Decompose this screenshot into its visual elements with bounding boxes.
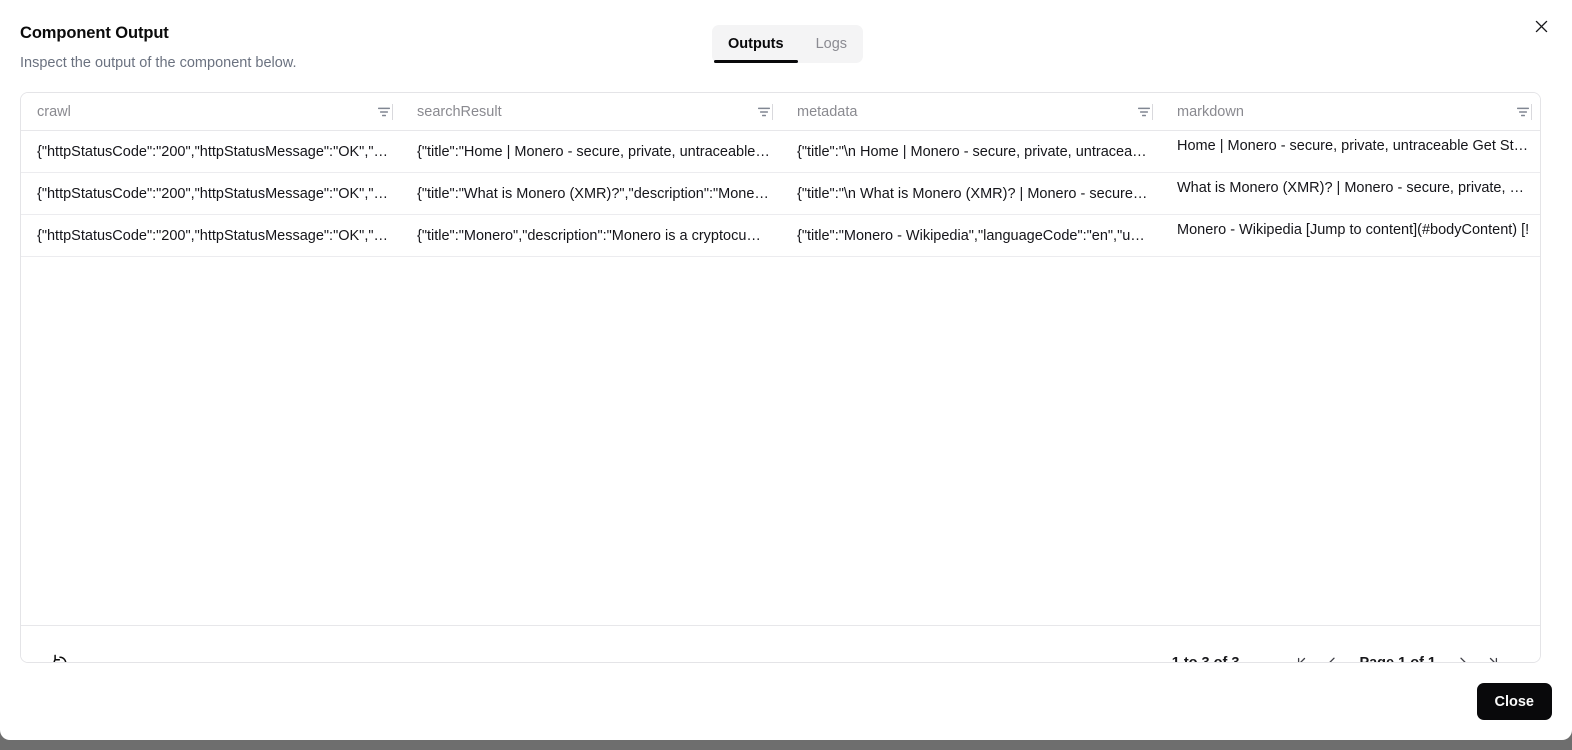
table-row[interactable]: {"httpStatusCode":"200","httpStatusMessa…	[21, 173, 1540, 215]
filter-icon[interactable]	[1515, 104, 1531, 120]
dialog-header: Component Output Inspect the output of t…	[0, 0, 1572, 92]
tab-outputs-label: Outputs	[728, 36, 784, 52]
output-table: crawl searchResult metadata markdown {"h…	[20, 92, 1541, 663]
column-header-crawl[interactable]: crawl	[21, 93, 401, 130]
cell-metadata-text: {"title":"\n Home | Monero - secure, pri…	[797, 143, 1147, 160]
tab-logs-label: Logs	[815, 36, 848, 52]
filter-icon[interactable]	[1136, 104, 1152, 120]
view-tabs: Outputs Logs	[712, 25, 864, 63]
filter-icon[interactable]	[756, 104, 772, 120]
prev-page-icon[interactable]	[1317, 648, 1347, 662]
cell-metadata[interactable]: {"title":"\n Home | Monero - secure, pri…	[781, 131, 1161, 172]
cell-markdown-text: Monero - Wikipedia [Jump to content](#bo…	[1177, 222, 1530, 238]
column-header-searchresult-label: searchResult	[417, 103, 502, 120]
cell-markdown-text: What is Monero (XMR)? | Monero - secure,…	[1177, 180, 1530, 196]
cell-metadata-text: {"title":"Monero - Wikipedia","languageC…	[797, 227, 1145, 244]
last-page-icon[interactable]	[1478, 648, 1508, 662]
column-divider[interactable]	[1152, 103, 1153, 120]
cell-crawl-text: {"httpStatusCode":"200","httpStatusMessa…	[37, 185, 389, 202]
cell-metadata[interactable]: {"title":"\n What is Monero (XMR)? | Mon…	[781, 173, 1161, 214]
table-body: {"httpStatusCode":"200","httpStatusMessa…	[21, 131, 1540, 625]
column-header-crawl-label: crawl	[37, 103, 71, 120]
page-subtitle: Inspect the output of the component belo…	[20, 55, 297, 71]
close-button[interactable]: Close	[1476, 683, 1552, 720]
column-header-searchresult[interactable]: searchResult	[401, 93, 781, 130]
page-title: Component Output	[20, 24, 169, 42]
row-count-label: 1 to 3 of 3	[1171, 655, 1240, 663]
cell-searchresult[interactable]: {"title":"Home | Monero - secure, privat…	[401, 131, 781, 172]
first-page-icon[interactable]	[1287, 648, 1317, 662]
cell-markdown[interactable]: Monero - Wikipedia [Jump to content](#bo…	[1161, 215, 1540, 256]
table-footer: 1 to 3 of 3 Page 1 of 1	[21, 625, 1540, 663]
cell-crawl-text: {"httpStatusCode":"200","httpStatusMessa…	[37, 227, 389, 244]
cell-crawl[interactable]: {"httpStatusCode":"200","httpStatusMessa…	[21, 131, 401, 172]
close-icon[interactable]	[1528, 13, 1554, 39]
column-divider[interactable]	[392, 103, 393, 120]
cell-markdown[interactable]: What is Monero (XMR)? | Monero - secure,…	[1161, 173, 1540, 214]
column-header-markdown[interactable]: markdown	[1161, 93, 1540, 130]
cell-metadata-text: {"title":"\n What is Monero (XMR)? | Mon…	[797, 185, 1151, 202]
next-page-icon[interactable]	[1448, 648, 1478, 662]
cell-crawl[interactable]: {"httpStatusCode":"200","httpStatusMessa…	[21, 173, 401, 214]
cell-searchresult[interactable]: {"title":"Monero","description":"Monero …	[401, 215, 781, 256]
filter-icon[interactable]	[376, 104, 392, 120]
dialog-actions: Close	[0, 663, 1572, 740]
cell-searchresult-text: {"title":"Monero","description":"Monero …	[417, 227, 761, 244]
table-row[interactable]: {"httpStatusCode":"200","httpStatusMessa…	[21, 215, 1540, 257]
cell-searchresult[interactable]: {"title":"What is Monero (XMR)?","descri…	[401, 173, 781, 214]
cell-markdown[interactable]: Home | Monero - secure, private, untrace…	[1161, 131, 1540, 172]
cell-metadata[interactable]: {"title":"Monero - Wikipedia","languageC…	[781, 215, 1161, 256]
cell-searchresult-text: {"title":"Home | Monero - secure, privat…	[417, 143, 770, 160]
pagination: 1 to 3 of 3 Page 1 of 1	[1171, 648, 1508, 663]
page-label: Page 1 of 1	[1359, 655, 1436, 663]
cell-crawl[interactable]: {"httpStatusCode":"200","httpStatusMessa…	[21, 215, 401, 256]
refresh-icon[interactable]	[43, 646, 77, 662]
table-row[interactable]: {"httpStatusCode":"200","httpStatusMessa…	[21, 131, 1540, 173]
cell-searchresult-text: {"title":"What is Monero (XMR)?","descri…	[417, 185, 769, 202]
cell-markdown-text: Home | Monero - secure, private, untrace…	[1177, 138, 1530, 154]
column-header-metadata-label: metadata	[797, 103, 858, 120]
component-output-dialog: Component Output Inspect the output of t…	[0, 0, 1572, 740]
column-header-markdown-label: markdown	[1177, 103, 1244, 120]
column-divider[interactable]	[772, 103, 773, 120]
tab-outputs[interactable]: Outputs	[712, 25, 800, 63]
cell-crawl-text: {"httpStatusCode":"200","httpStatusMessa…	[37, 143, 389, 160]
table-header-row: crawl searchResult metadata markdown	[21, 93, 1540, 131]
column-header-metadata[interactable]: metadata	[781, 93, 1161, 130]
tab-logs[interactable]: Logs	[800, 25, 863, 63]
column-divider[interactable]	[1531, 103, 1532, 120]
